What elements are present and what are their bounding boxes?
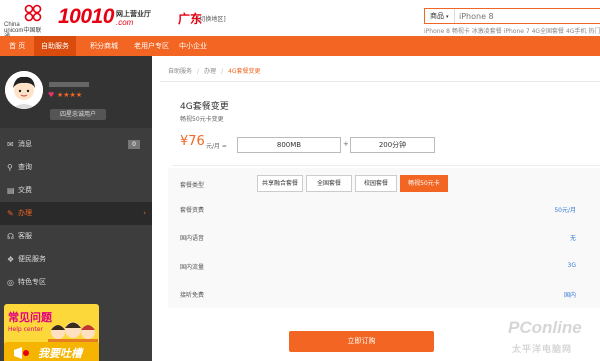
sidebar-item-handle[interactable]: ✎ 办理 › <box>0 202 152 225</box>
row-voice-value: 无 <box>569 235 576 242</box>
tab-campus-plan[interactable]: 校园套餐 <box>355 175 397 192</box>
promo-title: 我要吐槽 <box>38 347 82 360</box>
row-data-value: 3G <box>567 262 576 269</box>
nav-points-mall[interactable]: 积分商城 <box>83 36 125 56</box>
data-option-field[interactable]: 800MB <box>237 137 341 153</box>
sidebar-item-convenience[interactable]: ❖ 便民服务 <box>0 248 152 271</box>
user-profile: ♥ ★★★★ 四星忠诚用户 <box>0 56 152 128</box>
voice-option-field[interactable]: 200分钟 <box>350 137 435 153</box>
unicom-knot-icon <box>24 4 42 22</box>
sidebar-item-messages[interactable]: ✉ 消息 0 <box>0 133 152 156</box>
row-data-label: 国内流量 <box>180 264 205 271</box>
nav-home[interactable]: 首 页 <box>2 36 32 56</box>
nav-sme[interactable]: 中小企业 <box>172 36 214 56</box>
user-avatar-icon <box>5 71 43 109</box>
page-title: 4G套餐变更 <box>180 102 229 112</box>
username-masked <box>49 82 89 87</box>
sidebar-item-featured[interactable]: ◎ 特色专区 <box>0 271 152 294</box>
sidebar-item-label: 消息 <box>18 140 32 148</box>
plus-sign: + <box>343 140 349 148</box>
gift-icon: ❖ <box>7 255 15 264</box>
divider <box>172 165 600 166</box>
breadcrumb-link[interactable]: 办理 <box>204 68 216 75</box>
row-free-answer-label: 接听免费 <box>180 292 205 299</box>
search-box: 商品 ▾ <box>424 8 600 24</box>
page-subtitle: 畅视50元卡变更 <box>180 116 224 123</box>
tab-video-card-plan[interactable]: 畅视50元卡 <box>400 175 448 192</box>
price-unit: 元/月 = <box>206 143 227 150</box>
user-level-badge: 四星忠诚用户 <box>50 109 106 120</box>
sidebar-item-label: 办理 <box>18 209 32 217</box>
watermark-subtitle: 太平洋电脑网 <box>512 345 573 355</box>
feedback-banner[interactable]: 我要吐槽 <box>4 342 99 361</box>
sidebar-item-label: 客服 <box>18 232 32 240</box>
region-switch-link[interactable]: [切换地区] <box>197 14 226 23</box>
search-icon: ⚲ <box>7 163 13 172</box>
avatar[interactable] <box>5 71 43 109</box>
sidebar: ♥ ★★★★ 四星忠诚用户 ✉ 消息 0 ⚲ 查询 ▤ 交费 ✎ 办理 › ☊ … <box>0 56 152 361</box>
headset-icon: ☊ <box>7 232 15 241</box>
megaphone-icon <box>14 347 29 359</box>
logo-number[interactable]: 10010 <box>58 5 114 29</box>
heart-icon: ♥ <box>48 91 55 99</box>
sidebar-item-customer-service[interactable]: ☊ 客服 <box>0 225 152 248</box>
price: ¥76 <box>180 134 205 149</box>
sidebar-item-label: 交费 <box>18 186 32 194</box>
breadcrumb-link[interactable]: 自助服务 <box>168 68 192 75</box>
envelope-icon: ✉ <box>7 140 14 149</box>
breadcrumb-current: 4G套餐变更 <box>228 68 261 75</box>
promo-title: 常见问题 <box>8 311 52 324</box>
watermark-logo: PConline <box>508 318 582 337</box>
search-category-select[interactable]: 商品 ▾ <box>425 9 455 23</box>
search-input[interactable] <box>459 10 589 22</box>
plan-type-label: 套餐类型 <box>180 182 205 189</box>
wrench-icon: ✎ <box>7 209 14 218</box>
logo-com-label: .com <box>116 18 134 27</box>
cartoon-faces-icon <box>48 322 98 344</box>
sidebar-item-payment[interactable]: ▤ 交费 <box>0 179 152 202</box>
main-nav: 首 页 自助服务 积分商城 老用户专区 中小企业 <box>0 36 600 56</box>
chevron-right-icon: › <box>143 209 146 217</box>
star-rating: ★★★★ <box>57 91 83 99</box>
tab-shared-plan[interactable]: 共享融合套餐 <box>257 175 303 192</box>
order-now-button[interactable]: 立即订购 <box>289 331 434 352</box>
row-free-answer-value: 国内 <box>563 292 576 299</box>
help-center-banner[interactable]: 常见问题 Help center <box>4 304 99 346</box>
bill-icon: ▤ <box>7 186 15 195</box>
row-fee-value: 50元/月 <box>554 207 576 214</box>
row-voice-label: 国内语音 <box>180 235 205 242</box>
nav-old-users[interactable]: 老用户专区 <box>127 36 176 56</box>
sidebar-item-query[interactable]: ⚲ 查询 <box>0 156 152 179</box>
site-header: China unicom中国联通 10010 网上营业厅 .com 广东 [切换… <box>0 0 600 40</box>
tab-national-plan[interactable]: 全国套餐 <box>306 175 352 192</box>
sidebar-menu: ✉ 消息 0 ⚲ 查询 ▤ 交费 ✎ 办理 › ☊ 客服 ❖ 便民服务 ◎ 特色… <box>0 133 152 294</box>
breadcrumb: 自助服务 / 办理/4G套餐变更 <box>160 62 600 82</box>
hot-search-words[interactable]: iPhone 8 畅视卡 冰激凌套餐 iPhone 7 4G全国套餐 4G手机 … <box>424 26 600 35</box>
promo-subtitle: Help center <box>8 326 43 333</box>
nav-self-service[interactable]: 自助服务 <box>34 36 76 56</box>
row-fee-label: 套餐资费 <box>180 207 205 214</box>
sidebar-item-label: 查询 <box>18 163 32 171</box>
globe-icon: ◎ <box>7 278 14 287</box>
message-count-badge: 0 <box>128 140 140 149</box>
sidebar-item-label: 特色专区 <box>18 278 46 286</box>
sidebar-item-label: 便民服务 <box>18 255 46 263</box>
